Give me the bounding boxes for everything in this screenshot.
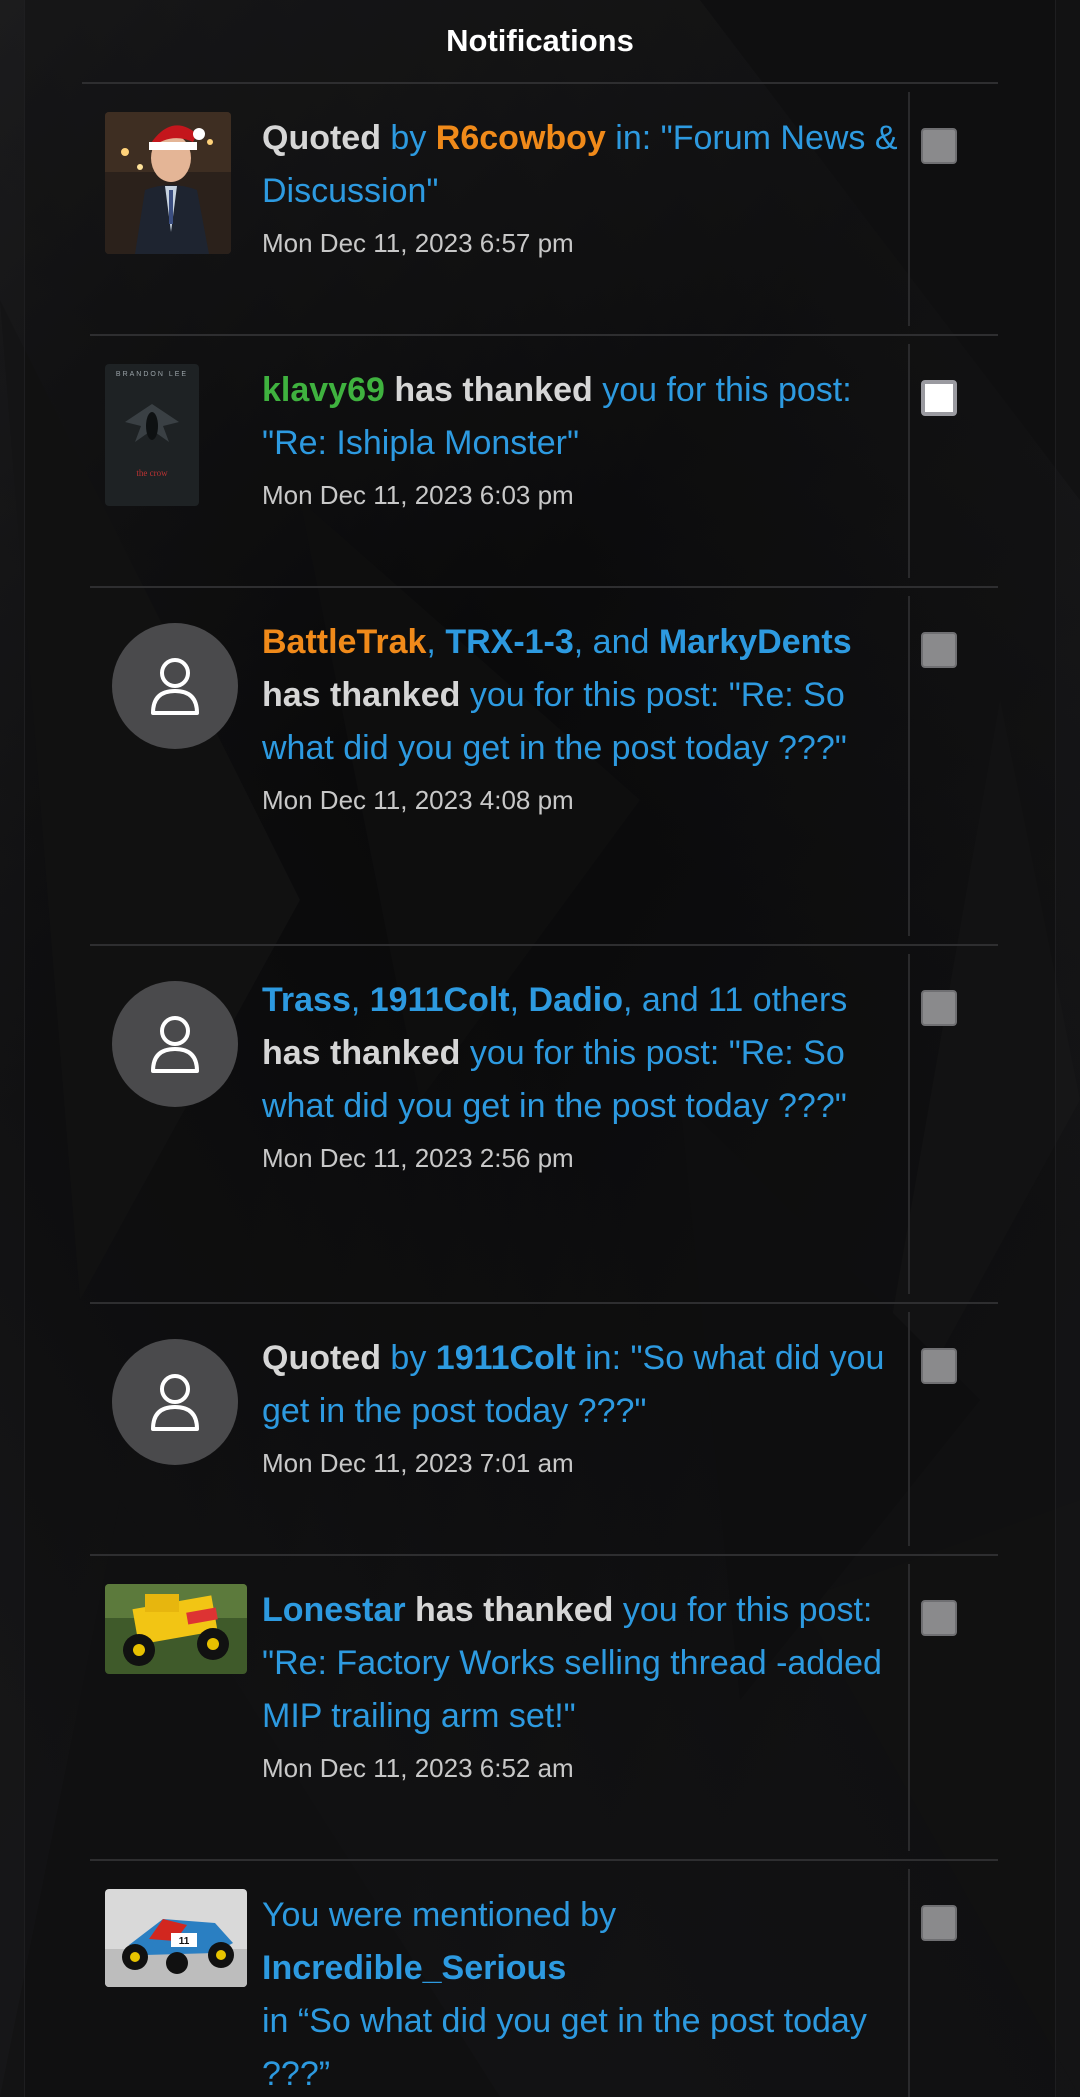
notification-text[interactable]: Trass, 1911Colt, Dadio, and 11 others ha…: [262, 974, 902, 1133]
avatar[interactable]: [105, 112, 231, 254]
avatar[interactable]: BRANDON LEE the crow: [105, 364, 199, 506]
username-link[interactable]: klavy69: [262, 371, 385, 409]
notification-time: Mon Dec 11, 2023 2:56 pm: [262, 1143, 574, 1173]
notification-content: Lonestar has thanked you for this post: …: [262, 1584, 902, 1784]
username-link[interactable]: R6cowboy: [436, 119, 606, 157]
username-link[interactable]: MarkyDents: [659, 623, 852, 661]
default-avatar[interactable]: [112, 623, 238, 749]
notification-text-part: ,: [350, 981, 370, 1019]
username-link[interactable]: Dadio: [529, 981, 623, 1019]
notification-content: Quoted by 1911Colt in: "So what did you …: [262, 1332, 902, 1479]
column-divider: [908, 1869, 910, 2097]
notification-text-part: ,: [426, 623, 446, 661]
column-divider: [908, 596, 910, 936]
column-divider: [908, 1564, 910, 1851]
mark-read-checkbox[interactable]: [921, 1348, 957, 1384]
default-avatar[interactable]: [112, 1339, 238, 1465]
notification-text[interactable]: klavy69 has thanked you for this post: "…: [262, 364, 902, 470]
notification-text-part: ,: [509, 981, 529, 1019]
notification-content: Trass, 1911Colt, Dadio, and 11 others ha…: [262, 974, 902, 1174]
yellow-truck-photo: [105, 1584, 247, 1674]
notification-list: Quoted by R6cowboy in: "Forum News & Dis…: [90, 84, 998, 2097]
column-divider: [908, 1312, 910, 1546]
mark-read-checkbox[interactable]: [921, 632, 957, 668]
username-link[interactable]: BattleTrak: [262, 623, 426, 661]
mark-read-checkbox[interactable]: [921, 128, 957, 164]
notification-type: Quoted: [262, 119, 381, 157]
user-icon: [151, 1374, 199, 1431]
notification-type: has thanked: [262, 1034, 461, 1072]
notification-item[interactable]: 11 You were mentioned by Incredible_Seri…: [90, 1861, 998, 2097]
notification-time: Mon Dec 11, 2023 4:08 pm: [262, 785, 574, 815]
mark-read-checkbox[interactable]: [921, 1600, 957, 1636]
notification-type: Quoted: [262, 1339, 381, 1377]
notification-item[interactable]: Trass, 1911Colt, Dadio, and 11 others ha…: [90, 946, 998, 1304]
notification-text[interactable]: Quoted by R6cowboy in: "Forum News & Dis…: [262, 112, 902, 218]
username-link[interactable]: 1911Colt: [436, 1339, 576, 1377]
notification-text-part[interactable]: by: [381, 1339, 436, 1377]
username-link[interactable]: Trass: [262, 981, 351, 1019]
mark-read-checkbox[interactable]: [921, 380, 957, 416]
username-link[interactable]: Lonestar: [262, 1591, 406, 1629]
rc-buggy-photo: 11: [105, 1889, 247, 1987]
notification-type: has thanked: [415, 1591, 614, 1629]
username-link[interactable]: TRX-1-3: [445, 623, 573, 661]
notification-text[interactable]: Lonestar has thanked you for this post: …: [262, 1584, 902, 1743]
column-divider: [908, 344, 910, 578]
mark-read-checkbox[interactable]: [921, 990, 957, 1026]
username-link[interactable]: 1911Colt: [370, 981, 510, 1019]
notification-text-part: You were mentioned by: [262, 1896, 617, 1934]
notification-item[interactable]: BRANDON LEE the crow klavy69 has thanked…: [90, 336, 998, 588]
topic-link[interactable]: in “So what did you get in the post toda…: [262, 1995, 902, 2097]
notification-text-part[interactable]: by: [381, 119, 436, 157]
notification-text[interactable]: You were mentioned by Incredible_Serious…: [262, 1889, 902, 2097]
notification-item[interactable]: BattleTrak, TRX-1-3, and MarkyDents has …: [90, 588, 998, 946]
username-link[interactable]: Incredible_Serious: [262, 1942, 902, 1995]
notification-time: Mon Dec 11, 2023 7:01 am: [262, 1448, 574, 1478]
page-title: Notifications: [446, 23, 634, 58]
column-divider: [908, 92, 910, 326]
notification-text[interactable]: Quoted by 1911Colt in: "So what did you …: [262, 1332, 902, 1438]
mark-read-checkbox[interactable]: [921, 1905, 957, 1941]
notification-item[interactable]: Quoted by R6cowboy in: "Forum News & Dis…: [90, 84, 998, 336]
notification-time: Mon Dec 11, 2023 6:57 pm: [262, 228, 574, 258]
notification-type: has thanked: [262, 676, 461, 714]
notification-text-part: , and: [573, 623, 659, 661]
column-divider: [908, 954, 910, 1294]
avatar[interactable]: [105, 1584, 247, 1674]
default-avatar[interactable]: [112, 981, 238, 1107]
svg-text:11: 11: [179, 1936, 190, 1947]
notification-type: has thanked: [394, 371, 593, 409]
notification-item[interactable]: Lonestar has thanked you for this post: …: [90, 1556, 998, 1861]
the-crow-poster: BRANDON LEE the crow: [105, 364, 199, 506]
notification-time: Mon Dec 11, 2023 6:03 pm: [262, 480, 574, 510]
notification-content: BattleTrak, TRX-1-3, and MarkyDents has …: [262, 616, 902, 816]
notifications-header: Notifications: [82, 0, 998, 84]
user-icon: [151, 1016, 199, 1073]
notification-text-part: [406, 1591, 415, 1629]
notification-item[interactable]: Quoted by 1911Colt in: "So what did you …: [90, 1304, 998, 1556]
notification-content: Quoted by R6cowboy in: "Forum News & Dis…: [262, 112, 902, 259]
user-icon: [151, 658, 199, 715]
notification-content: klavy69 has thanked you for this post: "…: [262, 364, 902, 511]
notification-content: You were mentioned by Incredible_Serious…: [262, 1889, 902, 2097]
notification-text-part: [385, 371, 394, 409]
avatar[interactable]: 11: [105, 1889, 247, 1987]
others-link[interactable]: , and 11 others: [623, 981, 847, 1019]
poster-title: the crow: [136, 468, 168, 478]
poster-top-text: BRANDON LEE: [116, 371, 188, 378]
notification-time: Mon Dec 11, 2023 6:52 am: [262, 1753, 574, 1783]
notification-text[interactable]: BattleTrak, TRX-1-3, and MarkyDents has …: [262, 616, 902, 775]
santa-hat-photo: [105, 112, 231, 254]
